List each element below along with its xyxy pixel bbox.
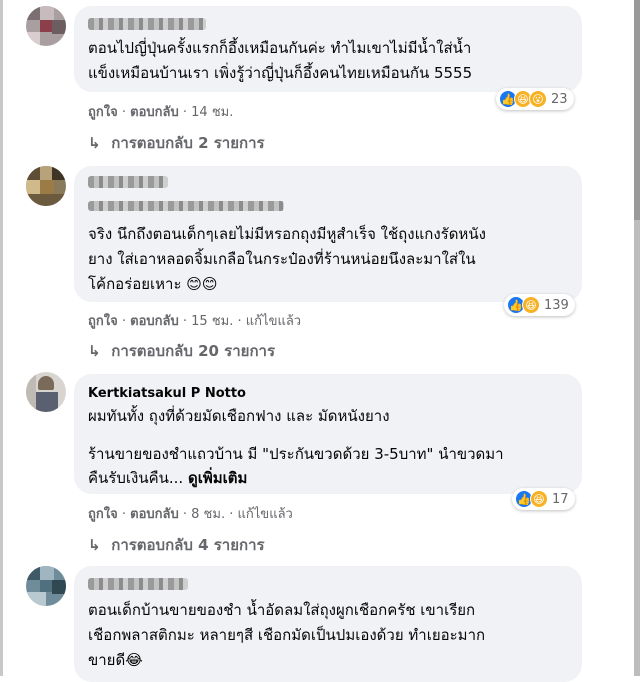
haha-icon: 😆	[522, 296, 540, 314]
reaction-count: 23	[551, 91, 568, 107]
author-subtitle-redacted	[88, 201, 284, 211]
separator: ·	[121, 507, 126, 522]
comment-actions: ถูกใจ · ตอบกลับ · 15 ชม. · แก้ไขแล้ว	[88, 310, 301, 331]
comment-actions: ถูกใจ · ตอบกลับ · 14 ชม.	[88, 101, 233, 122]
haha-icon: 😆	[530, 490, 548, 508]
reaction-summary[interactable]: 👍 😆 😮 23	[496, 88, 574, 110]
comment-text-line: แข็งเหมือนบ้านเรา เพิ่งรู้ว่าญี่ปุ่นก็อึ…	[88, 64, 473, 82]
reply-arrow-icon: ↳	[88, 536, 101, 554]
separator: ·	[237, 314, 242, 329]
view-replies-link[interactable]: ↳ การตอบกลับ 2 รายการ	[88, 131, 265, 155]
reaction-count: 139	[544, 297, 569, 313]
avatar[interactable]	[26, 6, 66, 46]
author-name-redacted[interactable]	[88, 176, 168, 188]
reaction-summary[interactable]: 👍 😆 17	[512, 488, 575, 510]
comment-text-line: โค้กอร่อยเหาะ 😊😊	[88, 275, 218, 293]
timestamp[interactable]: 15 ชม.	[191, 314, 233, 329]
comment-text-line: ผมทันทั้ง ถุงที่ด้วยมัดเชือกฟาง และ มัดห…	[88, 407, 390, 425]
reaction-count: 17	[552, 491, 569, 507]
separator: ·	[121, 105, 126, 120]
reply-arrow-icon: ↳	[88, 342, 101, 360]
scrollbar-thumb[interactable]	[634, 0, 640, 220]
comment-text-line: ตอนเด็กบ้านขายของชำ น้ำอัดลมใส่ถุงผูกเชื…	[88, 601, 476, 619]
edited-label: แก้ไขแล้ว	[237, 507, 293, 522]
separator: ·	[182, 507, 188, 522]
author-name-redacted[interactable]	[88, 18, 206, 30]
reply-button[interactable]: ตอบกลับ	[130, 507, 179, 522]
view-replies-link[interactable]: ↳ การตอบกลับ 20 รายการ	[88, 339, 275, 363]
separator: ·	[182, 314, 188, 329]
window-border-left	[0, 0, 3, 676]
separator: ·	[182, 105, 188, 120]
view-replies-link[interactable]: ↳ การตอบกลับ 4 รายการ	[88, 533, 265, 557]
like-button[interactable]: ถูกใจ	[88, 314, 118, 329]
separator: ·	[229, 507, 234, 522]
comment-text-line: คืนรับเงินคืน... ดูเพิ่มเติม	[88, 466, 247, 491]
avatar[interactable]	[26, 166, 66, 206]
comment-text-line: เชือกพลาสติกมะ หลายๆสี เชือกมัดเป็นปมเอง…	[88, 626, 486, 644]
like-button[interactable]: ถูกใจ	[88, 105, 118, 120]
comment-text-line: ยาง ใส่เอาหลอดจิ้มเกลือในกระป๋องที่ร้านห…	[88, 250, 476, 268]
reply-arrow-icon: ↳	[88, 134, 101, 152]
avatar[interactable]	[26, 372, 66, 412]
comment-text-line: ร้านขายของชำแถวบ้าน มี "ประกันขวดด้วย 3-…	[88, 445, 504, 463]
replies-label: การตอบกลับ 4 รายการ	[111, 536, 265, 554]
comment-text-fragment: คืนรับเงินคืน...	[88, 469, 184, 487]
see-more-link[interactable]: ดูเพิ่มเติม	[188, 469, 247, 487]
comment-text-line: จริง นึกถึงตอนเด็กๆเลยไม่มีหรอกถุงมีหูสำ…	[88, 225, 486, 243]
reaction-summary[interactable]: 👍 😆 139	[504, 294, 575, 316]
reply-button[interactable]: ตอบกลับ	[130, 105, 179, 120]
comment-text-line: ตอนไปญี่ปุ่นครั้งแรกก็อึ้งเหมือนกันค่ะ ท…	[88, 39, 472, 57]
wow-icon: 😮	[529, 90, 547, 108]
separator: ·	[121, 314, 126, 329]
avatar[interactable]	[26, 566, 66, 606]
timestamp[interactable]: 8 ชม.	[191, 507, 225, 522]
author-name[interactable]: Kertkiatsakul P Notto	[88, 386, 246, 401]
like-button[interactable]: ถูกใจ	[88, 507, 118, 522]
comment-text-line: ขายดี😂	[88, 651, 143, 669]
timestamp[interactable]: 14 ชม.	[191, 105, 233, 120]
replies-label: การตอบกลับ 20 รายการ	[111, 342, 276, 360]
replies-label: การตอบกลับ 2 รายการ	[111, 134, 265, 152]
author-name-redacted[interactable]	[88, 578, 188, 590]
edited-label: แก้ไขแล้ว	[245, 314, 302, 329]
reply-button[interactable]: ตอบกลับ	[130, 314, 179, 329]
comment-actions: ถูกใจ · ตอบกลับ · 8 ชม. · แก้ไขแล้ว	[88, 503, 293, 524]
